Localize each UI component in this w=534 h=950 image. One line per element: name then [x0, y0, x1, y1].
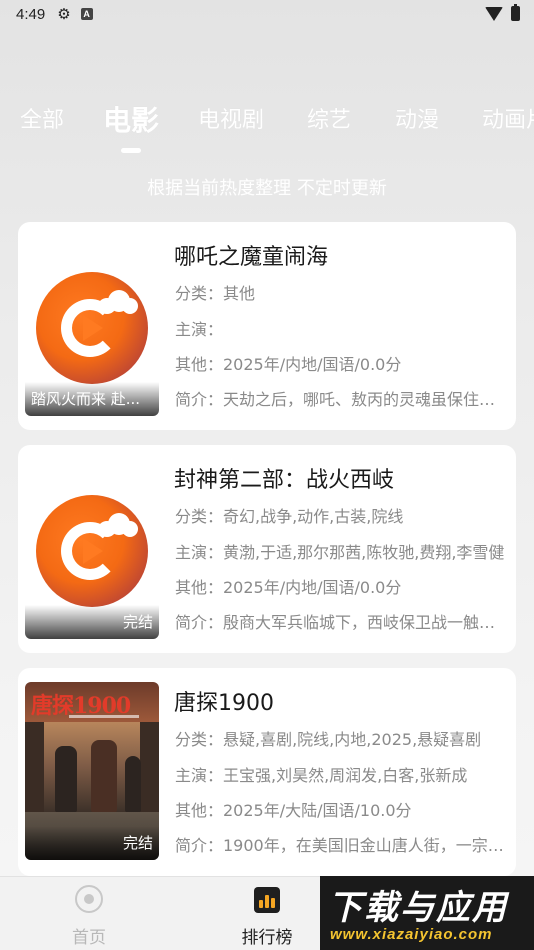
accessibility-a-icon: A: [80, 8, 93, 20]
poster[interactable]: 唐探1900 完结: [25, 682, 159, 860]
poster[interactable]: 完结: [25, 483, 159, 639]
battery-icon: [511, 4, 520, 21]
movie-cast: 主演：黄渤,于适,那尔那茜,陈牧驰,费翔,李雪健: [175, 543, 505, 562]
watermark-url: www.xiazaiyiaо.com: [330, 926, 493, 943]
site-watermark: 下载与应用 www.xiazaiyiaо.com: [320, 876, 534, 950]
poster[interactable]: 踏风火而来 赴...: [25, 260, 159, 416]
movie-intro: 简介：1900年，在美国旧金山唐人街，一宗离奇命案: [175, 836, 509, 855]
app-logo-icon: [36, 272, 148, 384]
movie-card[interactable]: 踏风火而来 赴... 哪吒之魔童闹海 分类：其他 主演： 其他：2025年/内地…: [18, 222, 516, 430]
wifi-icon: [485, 6, 503, 21]
movie-cast: 主演：王宝强,刘昊然,周润发,白客,张新成: [175, 766, 468, 785]
nav-ranking-label: 排行榜: [241, 928, 293, 948]
movie-other: 其他：2025年/大陆/国语/10.0分: [175, 801, 412, 820]
tab-all[interactable]: 全部: [20, 102, 64, 134]
movie-cast: 主演：: [175, 320, 224, 339]
movie-title: 封神第二部：战火西岐: [174, 468, 395, 493]
movie-other: 其他：2025年/内地/国语/0.0分: [175, 578, 402, 597]
status-time: 4:49: [16, 5, 46, 23]
movie-intro: 简介：殷商大军兵临城下，西岐保卫战一触即发: [175, 613, 509, 632]
home-icon: [75, 885, 103, 913]
movie-title: 哪吒之魔童闹海: [174, 245, 329, 270]
gear-icon: ⚙: [57, 6, 71, 23]
poster-subtitle-decoration: [69, 715, 139, 718]
app-logo-icon: [36, 495, 148, 607]
tab-tv-series[interactable]: 电视剧: [198, 102, 264, 134]
nav-home-label: 首页: [72, 928, 106, 948]
poster-label: 完结: [25, 605, 159, 639]
status-indicators: [485, 4, 520, 21]
poster-label: 踏风火而来 赴...: [25, 382, 159, 416]
watermark-text: 下载与应用: [328, 888, 508, 928]
tab-movie[interactable]: 电影: [103, 102, 159, 139]
tab-variety[interactable]: 综艺: [307, 102, 351, 134]
tab-cartoon[interactable]: 动画片: [482, 102, 534, 134]
movie-other: 其他：2025年/内地/国语/0.0分: [175, 355, 402, 374]
ranking-subtitle: 根据当前热度整理 不定时更新: [147, 178, 387, 199]
nav-home[interactable]: 首页: [29, 885, 149, 948]
poster-label: 完结: [25, 826, 159, 860]
poster-image: [25, 722, 159, 812]
nav-ranking[interactable]: 排行榜: [207, 885, 327, 948]
tab-anime[interactable]: 动漫: [395, 102, 439, 134]
ranking-chart-icon: [254, 887, 280, 913]
status-bar: 4:49 ⚙ A: [0, 0, 534, 28]
active-tab-indicator: [121, 148, 141, 153]
movie-card[interactable]: 完结 封神第二部：战火西岐 分类：奇幻,战争,动作,古装,院线 主演：黄渤,于适…: [18, 445, 516, 653]
movie-category: 分类：悬疑,喜剧,院线,内地,2025,悬疑喜剧: [175, 730, 482, 749]
movie-intro: 简介：天劫之后，哪吒、敖丙的灵魂虽保住了，但肉身很快会魂飞魄散: [175, 390, 509, 409]
movie-card[interactable]: 唐探1900 完结 唐探1900 分类：悬疑,喜剧,院线,内地,2025,悬疑喜…: [18, 668, 516, 876]
movie-category: 分类：其他: [175, 284, 256, 303]
movie-title: 唐探1900: [174, 691, 274, 716]
category-tabs: 全部 电影 电视剧 综艺 动漫 动画片: [0, 102, 534, 152]
movie-category: 分类：奇幻,战争,动作,古装,院线: [175, 507, 404, 526]
